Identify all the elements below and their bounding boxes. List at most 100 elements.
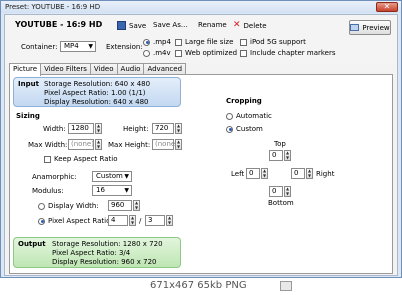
width-stepper[interactable]: ▲ ▼: [95, 123, 102, 134]
input-pixel-aspect: Pixel Aspect Ratio: 1.00 (1/1): [44, 89, 146, 97]
display-width-label: Display Width:: [48, 202, 99, 210]
par-denominator-stepper[interactable]: ▲ ▼: [166, 215, 173, 226]
crop-bottom-input[interactable]: 0: [269, 186, 283, 197]
radio-selected-icon: [143, 38, 150, 46]
chapter-markers-checkbox[interactable]: Include chapter markers: [240, 49, 336, 57]
close-button[interactable]: ✕: [376, 2, 398, 12]
modulus-select[interactable]: 16 ▼: [92, 185, 132, 196]
width-input[interactable]: 1280: [68, 123, 94, 134]
sizing-title: Sizing: [16, 112, 40, 120]
crop-custom-radio[interactable]: Custom: [226, 125, 263, 133]
checkbox-icon: [240, 38, 247, 46]
par-numerator-input[interactable]: 4: [108, 215, 128, 226]
input-info-box: Input Storage Resolution: 640 x 480 Pixe…: [13, 77, 181, 107]
ext-mp4-label: .mp4: [153, 38, 171, 46]
output-pixel-aspect: Pixel Aspect Ratio: 3/4: [52, 249, 131, 257]
crop-right-stepper[interactable]: ▲ ▼: [306, 168, 313, 179]
delete-x-icon: ✕: [233, 20, 241, 30]
crop-bottom-label: Bottom: [268, 199, 294, 207]
radio-selected-icon: [38, 217, 45, 225]
crop-left-stepper[interactable]: ▲ ▼: [261, 168, 268, 179]
crop-top-stepper[interactable]: ▲ ▼: [284, 150, 291, 161]
checkbox-icon: [240, 49, 247, 57]
title-bar: Preset: YOUTUBE - 16:9 HD ✕: [1, 1, 401, 13]
preset-window: Preset: YOUTUBE - 16:9 HD ✕ YOUTUBE - 16…: [0, 0, 402, 278]
status-text: 671x467 65kb PNG: [150, 280, 247, 291]
save-as-button[interactable]: Save As...: [153, 21, 188, 29]
ext-mp4-radio[interactable]: .mp4: [143, 38, 171, 46]
delete-label: Delete: [243, 21, 267, 30]
picture-panel: Input Storage Resolution: 640 x 480 Pixe…: [9, 74, 393, 274]
rename-label: Rename: [198, 21, 227, 29]
max-width-label: Max Width:: [28, 141, 68, 149]
chevron-down-icon: ▼: [88, 43, 93, 50]
display-width-stepper[interactable]: ▲ ▼: [133, 200, 140, 211]
crop-top-input[interactable]: 0: [269, 150, 283, 161]
large-file-size-checkbox[interactable]: Large file size: [175, 38, 233, 46]
cropping-title: Cropping: [226, 97, 262, 105]
input-title: Input: [18, 80, 39, 88]
modulus-label: Modulus:: [32, 187, 64, 195]
crop-left-input[interactable]: 0: [246, 168, 260, 179]
preview-button[interactable]: Preview: [349, 20, 391, 35]
floppy-disk-icon: [117, 21, 126, 30]
keep-aspect-label: Keep Aspect Ratio: [54, 155, 118, 163]
ext-m4v-radio[interactable]: .m4v: [143, 49, 171, 57]
anamorphic-value: Custom: [96, 172, 123, 180]
display-width-input[interactable]: 960: [108, 200, 132, 211]
max-height-input[interactable]: (none): [152, 139, 178, 150]
output-storage-resolution: Storage Resolution: 1280 x 720: [52, 240, 163, 248]
height-input[interactable]: 720: [152, 123, 174, 134]
radio-selected-icon: [226, 125, 233, 133]
preset-name: YOUTUBE - 16:9 HD: [15, 20, 103, 29]
height-stepper[interactable]: ▲ ▼: [175, 123, 182, 134]
pixel-aspect-radio[interactable]: Pixel Aspect Ratio:: [38, 217, 113, 225]
save-button[interactable]: Save: [117, 21, 146, 30]
checkbox-icon: [175, 38, 182, 46]
container-select[interactable]: MP4 ▼: [60, 41, 96, 52]
web-optimized-checkbox[interactable]: Web optimized: [175, 49, 237, 57]
display-width-radio[interactable]: Display Width:: [38, 202, 99, 210]
window-client: YOUTUBE - 16:9 HD Save Save As... Rename…: [4, 14, 398, 276]
par-separator: /: [139, 217, 142, 225]
anamorphic-select[interactable]: Custom ▼: [92, 171, 132, 182]
output-title: Output: [18, 240, 46, 248]
radio-icon: [143, 49, 150, 57]
keep-aspect-checkbox[interactable]: Keep Aspect Ratio: [44, 155, 118, 163]
crop-right-input[interactable]: 0: [291, 168, 305, 179]
max-height-stepper[interactable]: ▲ ▼: [175, 139, 182, 150]
web-optimized-label: Web optimized: [185, 49, 238, 57]
pixel-aspect-label: Pixel Aspect Ratio:: [48, 217, 113, 225]
chapter-markers-label: Include chapter markers: [250, 49, 336, 57]
crop-bottom-stepper[interactable]: ▲ ▼: [284, 186, 291, 197]
width-label: Width:: [43, 125, 66, 133]
status-bar: 671x467 65kb PNG: [0, 278, 402, 295]
preview-label: Preview: [362, 23, 390, 32]
radio-icon: [38, 202, 45, 210]
chevron-down-icon: ▼: [124, 187, 129, 194]
input-storage-resolution: Storage Resolution: 640 x 480: [44, 80, 151, 88]
checkbox-icon: [44, 155, 51, 163]
large-file-size-label: Large file size: [185, 38, 234, 46]
tab-picture[interactable]: Picture: [9, 63, 42, 76]
crop-automatic-label: Automatic: [236, 112, 272, 120]
modulus-value: 16: [96, 186, 105, 194]
max-width-stepper[interactable]: ▲ ▼: [95, 139, 102, 150]
rename-button[interactable]: Rename: [198, 21, 227, 29]
container-value: MP4: [64, 42, 79, 50]
radio-icon: [226, 112, 233, 120]
par-numerator-stepper[interactable]: ▲ ▼: [129, 215, 136, 226]
input-display-resolution: Display Resolution: 640 x 480: [44, 98, 149, 106]
crop-top-label: Top: [274, 140, 286, 148]
par-denominator-input[interactable]: 3: [145, 215, 165, 226]
image-info-icon: [280, 281, 292, 291]
output-info-box: Output Storage Resolution: 1280 x 720 Pi…: [13, 237, 181, 268]
ipod-5g-checkbox[interactable]: iPod 5G support: [240, 38, 306, 46]
height-label: Height:: [123, 125, 149, 133]
output-display-resolution: Display Resolution: 960 x 720: [52, 258, 157, 266]
max-width-input[interactable]: (none): [68, 139, 94, 150]
delete-button[interactable]: ✕ Delete: [233, 21, 267, 30]
crop-automatic-radio[interactable]: Automatic: [226, 112, 272, 120]
max-height-label: Max Height:: [108, 141, 151, 149]
crop-right-label: Right: [316, 170, 335, 178]
